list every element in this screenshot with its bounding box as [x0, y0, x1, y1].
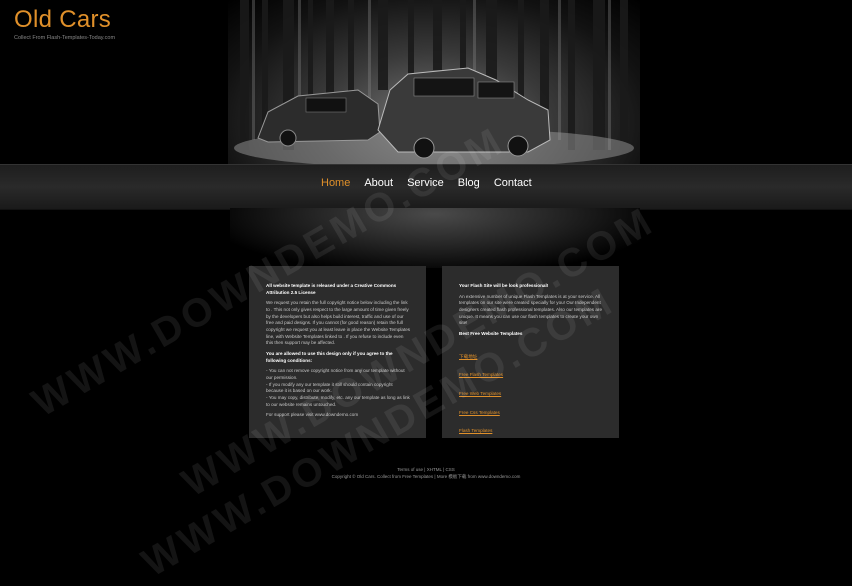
site-tagline: Collect From Flash-Templates-Today.com [14, 35, 116, 41]
condition-item: - You may copy, distribute, modify, etc.… [266, 394, 410, 407]
link-free-web-templates[interactable]: Free Web Templates [459, 391, 604, 398]
hero-image [228, 0, 640, 164]
main-navigation: Home About Service Blog Contact [321, 177, 532, 189]
link-free-css-templates[interactable]: Free Css Templates [459, 410, 604, 417]
license-paragraph: We request you retain the full copyright… [266, 300, 411, 346]
links-heading: Best Free Website Templates [459, 330, 523, 336]
nav-about[interactable]: About [364, 177, 393, 189]
forest-cars-illustration [234, 0, 634, 164]
nav-home[interactable]: Home [321, 177, 350, 189]
nav-service[interactable]: Service [407, 177, 444, 189]
license-panel: All website template is released under a… [249, 266, 426, 438]
support-text: For support please visit www.downdemo.co… [266, 412, 359, 418]
link-free-flash-templates[interactable]: Free Flash Templates [459, 372, 604, 379]
link-flash-templates[interactable]: Flash Templates [459, 428, 604, 435]
link-download[interactable]: 下载地址 [459, 354, 604, 361]
nav-blog[interactable]: Blog [458, 177, 480, 189]
license-heading: All website template is released under a… [266, 283, 397, 295]
conditions-heading: You are allowed to use this design only … [266, 350, 393, 363]
footer-links[interactable]: Terms of use | XHTML | CSS [0, 466, 852, 473]
ground-texture [230, 208, 640, 268]
promo-panel: Your Flash Site will be look professiona… [442, 266, 619, 438]
footer-copyright: Copyright © Old Cars. Collect from Free … [331, 474, 521, 480]
condition-item: - If you modify any our template it stil… [266, 381, 393, 394]
condition-item: - You can not remove copyright notice fr… [266, 368, 405, 380]
site-logo[interactable]: Old Cars Collect From Flash-Templates-To… [14, 6, 115, 41]
promo-paragraph: An extensive number of unique Flash Temp… [459, 293, 602, 326]
site-title[interactable]: Old Cars [14, 6, 115, 34]
template-links: 下载地址 Free Flash Templates Free Web Templ… [459, 354, 604, 435]
promo-heading: Your Flash Site will be look professiona… [459, 283, 549, 288]
nav-contact[interactable]: Contact [494, 177, 532, 189]
footer: Terms of use | XHTML | CSS Copyright © O… [0, 466, 852, 480]
